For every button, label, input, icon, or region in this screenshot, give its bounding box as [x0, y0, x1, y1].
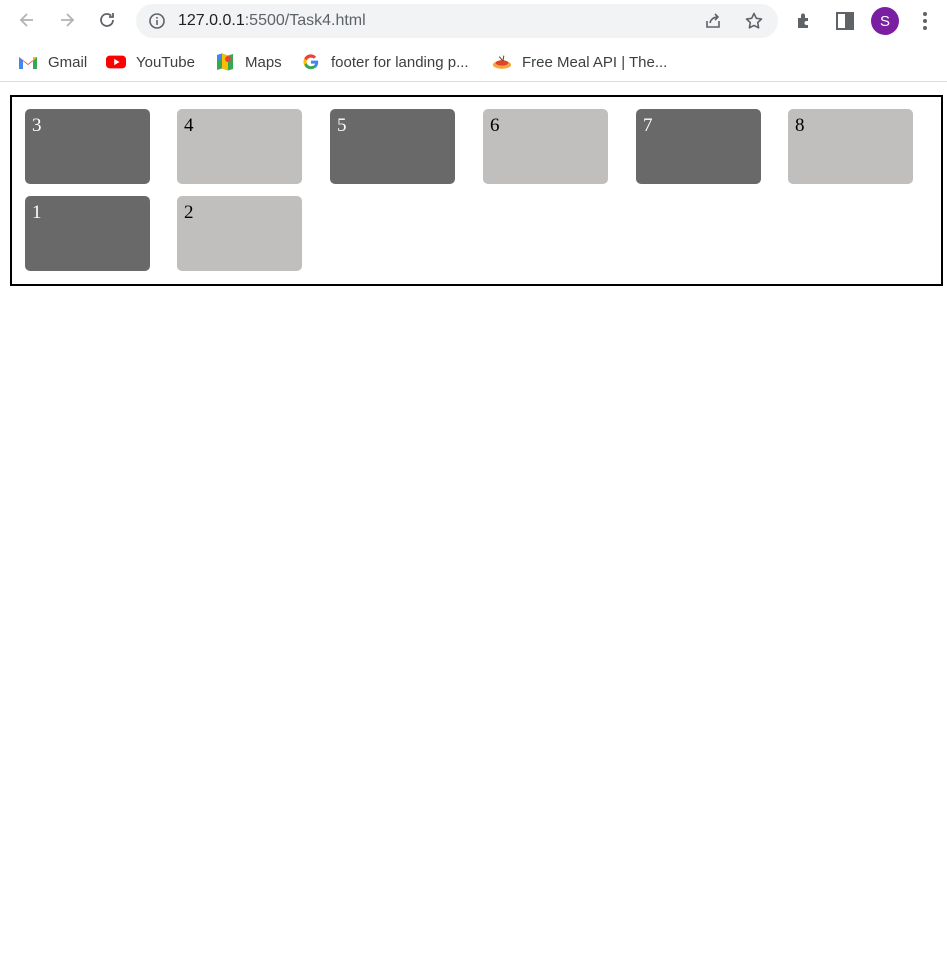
maps-icon	[215, 52, 235, 72]
url-text: 127.0.0.1:5500/Task4.html	[178, 12, 366, 30]
info-icon[interactable]	[148, 12, 166, 30]
profile-avatar[interactable]: S	[871, 7, 899, 35]
url-path: :5500/Task4.html	[244, 12, 366, 29]
bookmark-meal-api[interactable]: Free Meal API | The...	[492, 51, 667, 73]
bookmark-label: Gmail	[48, 53, 88, 71]
url-host: 127.0.0.1	[178, 12, 245, 29]
box-item: 6	[483, 109, 608, 184]
box-item: 4	[177, 109, 302, 184]
bookmark-maps[interactable]: Maps	[215, 51, 282, 73]
forward-button[interactable]	[52, 5, 82, 35]
box-item: 3	[25, 109, 150, 184]
extensions-icon[interactable]	[794, 10, 816, 32]
meal-icon	[492, 52, 512, 72]
bookmark-youtube[interactable]: YouTube	[106, 51, 195, 73]
flex-container: 3 4 5 6 7 8 1 2	[10, 95, 943, 286]
box-item: 7	[636, 109, 761, 184]
arrow-right-icon	[61, 13, 75, 27]
box-item: 1	[25, 196, 150, 271]
bookmark-label: YouTube	[136, 53, 195, 71]
box-item: 5	[330, 109, 455, 184]
reload-icon	[100, 13, 114, 27]
bookmark-label: Free Meal API | The...	[522, 53, 668, 71]
google-icon	[301, 52, 321, 72]
browser-toolbar: 127.0.0.1:5500/Task4.html S	[0, 0, 947, 42]
bookmarks-bar: Gmail YouTube Maps footer for landing p.…	[0, 42, 947, 82]
bookmark-label: Maps	[245, 53, 282, 71]
back-button[interactable]	[12, 5, 42, 35]
gmail-icon	[18, 52, 38, 72]
kebab-menu-icon[interactable]	[914, 10, 936, 32]
bookmark-label: footer for landing p...	[331, 53, 469, 71]
bookmark-footer[interactable]: footer for landing p...	[301, 51, 469, 73]
side-panel-icon[interactable]	[834, 10, 856, 32]
share-icon[interactable]	[703, 11, 723, 31]
box-item: 2	[177, 196, 302, 271]
star-icon[interactable]	[744, 11, 764, 31]
box-item: 8	[788, 109, 913, 184]
arrow-left-icon	[19, 13, 33, 27]
bookmark-gmail[interactable]: Gmail	[18, 51, 87, 73]
address-bar[interactable]: 127.0.0.1:5500/Task4.html	[136, 4, 778, 38]
reload-button[interactable]	[92, 5, 122, 35]
youtube-icon	[106, 52, 126, 72]
